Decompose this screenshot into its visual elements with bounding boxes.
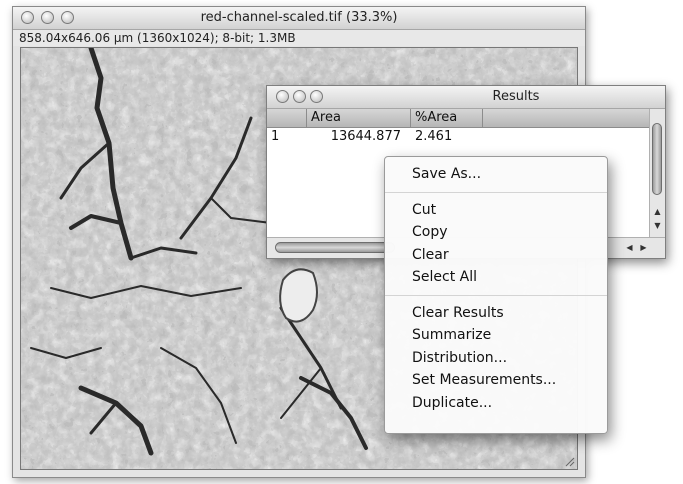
- horizontal-scroll-thumb[interactable]: [275, 242, 395, 253]
- results-title: Results: [492, 89, 540, 104]
- menu-item-set-measurements[interactable]: Set Measurements...: [385, 369, 607, 392]
- menu-separator: [385, 191, 607, 193]
- image-window-title: red-channel-scaled.tif (33.3%): [200, 10, 398, 25]
- results-column-headers: Area %Area: [267, 109, 649, 128]
- results-titlebar[interactable]: Results: [267, 86, 665, 109]
- menu-item-distribution[interactable]: Distribution...: [385, 347, 607, 370]
- menu-separator: [385, 294, 607, 296]
- menu-item-select-all[interactable]: Select All: [385, 266, 607, 289]
- left-arrow-icon[interactable]: ◀: [622, 243, 637, 253]
- menu-item-duplicate[interactable]: Duplicate...: [385, 392, 607, 415]
- vertical-scrollbar[interactable]: ▲ ▼: [649, 109, 665, 237]
- tissue-void: [279, 268, 318, 323]
- results-close-button[interactable]: [276, 90, 289, 103]
- results-context-menu[interactable]: Save As... Cut Copy Clear Select All Cle…: [384, 156, 608, 434]
- menu-item-cut[interactable]: Cut: [385, 199, 607, 222]
- right-arrow-icon[interactable]: ▶: [636, 243, 651, 253]
- column-header-empty: [483, 109, 649, 127]
- results-minimize-button[interactable]: [293, 90, 306, 103]
- vertical-scroll-thumb[interactable]: [652, 123, 662, 195]
- column-header-index[interactable]: [267, 109, 307, 127]
- table-row[interactable]: 1 13644.877 2.461: [267, 128, 649, 146]
- menu-item-clear-results[interactable]: Clear Results: [385, 302, 607, 325]
- row-index: 1: [271, 129, 280, 144]
- results-zoom-button[interactable]: [310, 90, 323, 103]
- column-header-area[interactable]: Area: [307, 109, 411, 127]
- up-arrow-icon[interactable]: ▲: [650, 207, 665, 217]
- cell-pct-area: 2.461: [415, 129, 453, 144]
- menu-item-clear[interactable]: Clear: [385, 244, 607, 267]
- image-info-bar: 858.04x646.06 µm (1360x1024); 8-bit; 1.3…: [13, 30, 585, 46]
- menu-item-save-as[interactable]: Save As...: [385, 163, 607, 186]
- image-window-titlebar[interactable]: red-channel-scaled.tif (33.3%): [13, 7, 585, 30]
- menu-item-summarize[interactable]: Summarize: [385, 324, 607, 347]
- cell-area: 13644.877: [330, 129, 401, 144]
- resize-grip-icon[interactable]: [563, 455, 575, 467]
- down-arrow-icon[interactable]: ▼: [650, 221, 665, 231]
- column-header-pct-area[interactable]: %Area: [411, 109, 483, 127]
- menu-item-copy[interactable]: Copy: [385, 221, 607, 244]
